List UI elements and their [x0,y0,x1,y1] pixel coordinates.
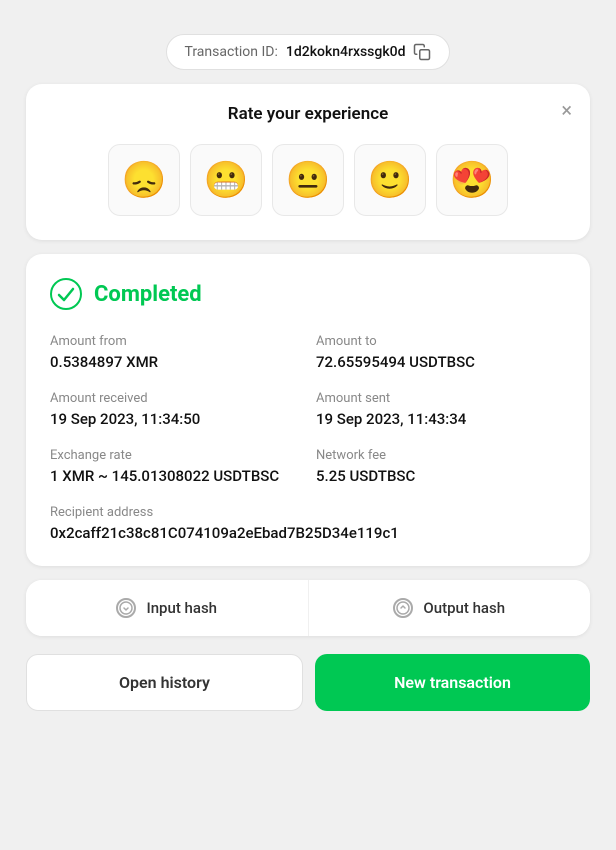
open-history-button[interactable]: Open history [26,654,303,711]
transaction-id-bar: Transaction ID: 1d2kokn4rxssgk0d [166,34,451,70]
info-grid: Amount from 0.5384897 XMR Amount to 72.6… [50,334,566,542]
label-exchange-rate: Exchange rate [50,448,300,463]
value-exchange-rate: 1 XMR ~ 145.01308022 USDTBSC [50,467,300,485]
output-hash-button[interactable]: Output hash [309,580,591,636]
output-hash-icon [393,598,413,618]
emoji-good[interactable]: 🙂 [354,144,426,216]
field-amount-from: Amount from 0.5384897 XMR [50,334,300,371]
copy-icon[interactable] [413,43,431,61]
label-amount-sent: Amount sent [316,391,566,406]
new-transaction-button[interactable]: New transaction [315,654,590,711]
value-amount-from: 0.5384897 XMR [50,353,300,371]
field-exchange-rate: Exchange rate 1 XMR ~ 145.01308022 USDTB… [50,448,300,485]
value-recipient-address: 0x2caff21c38c81C074109a2eEbad7B25D34e119… [50,524,566,542]
action-bar: Open history New transaction [26,654,590,711]
close-button[interactable]: × [561,100,572,120]
value-amount-received: 19 Sep 2023, 11:34:50 [50,410,300,428]
emoji-bad[interactable]: 😬 [190,144,262,216]
output-hash-label: Output hash [423,599,505,617]
input-hash-button[interactable]: Input hash [26,580,309,636]
emoji-neutral[interactable]: 😐 [272,144,344,216]
transaction-id-label: Transaction ID: [185,44,278,60]
label-amount-from: Amount from [50,334,300,349]
completed-card: Completed Amount from 0.5384897 XMR Amou… [26,254,590,566]
completed-header: Completed [50,278,566,310]
label-recipient-address: Recipient address [50,505,566,520]
page-container: Transaction ID: 1d2kokn4rxssgk0d Rate yo… [10,10,606,840]
check-circle-icon [50,278,82,310]
emoji-love[interactable]: 😍 [436,144,508,216]
label-network-fee: Network fee [316,448,566,463]
emoji-very-bad[interactable]: 😞 [108,144,180,216]
emoji-row: 😞 😬 😐 🙂 😍 [50,144,566,216]
value-amount-sent: 19 Sep 2023, 11:43:34 [316,410,566,428]
input-hash-icon [116,598,136,618]
field-recipient-address: Recipient address 0x2caff21c38c81C074109… [50,505,566,542]
completed-status: Completed [94,282,202,307]
field-network-fee: Network fee 5.25 USDTBSC [316,448,566,485]
hash-card: Input hash Output hash [26,580,590,636]
label-amount-received: Amount received [50,391,300,406]
value-network-fee: 5.25 USDTBSC [316,467,566,485]
rate-title: Rate your experience [50,104,566,124]
rate-card: Rate your experience × 😞 😬 😐 🙂 😍 [26,84,590,240]
field-amount-received: Amount received 19 Sep 2023, 11:34:50 [50,391,300,428]
transaction-id-value: 1d2kokn4rxssgk0d [286,44,406,60]
input-hash-label: Input hash [146,599,217,617]
field-amount-sent: Amount sent 19 Sep 2023, 11:43:34 [316,391,566,428]
field-amount-to: Amount to 72.65595494 USDTBSC [316,334,566,371]
value-amount-to: 72.65595494 USDTBSC [316,353,566,371]
label-amount-to: Amount to [316,334,566,349]
